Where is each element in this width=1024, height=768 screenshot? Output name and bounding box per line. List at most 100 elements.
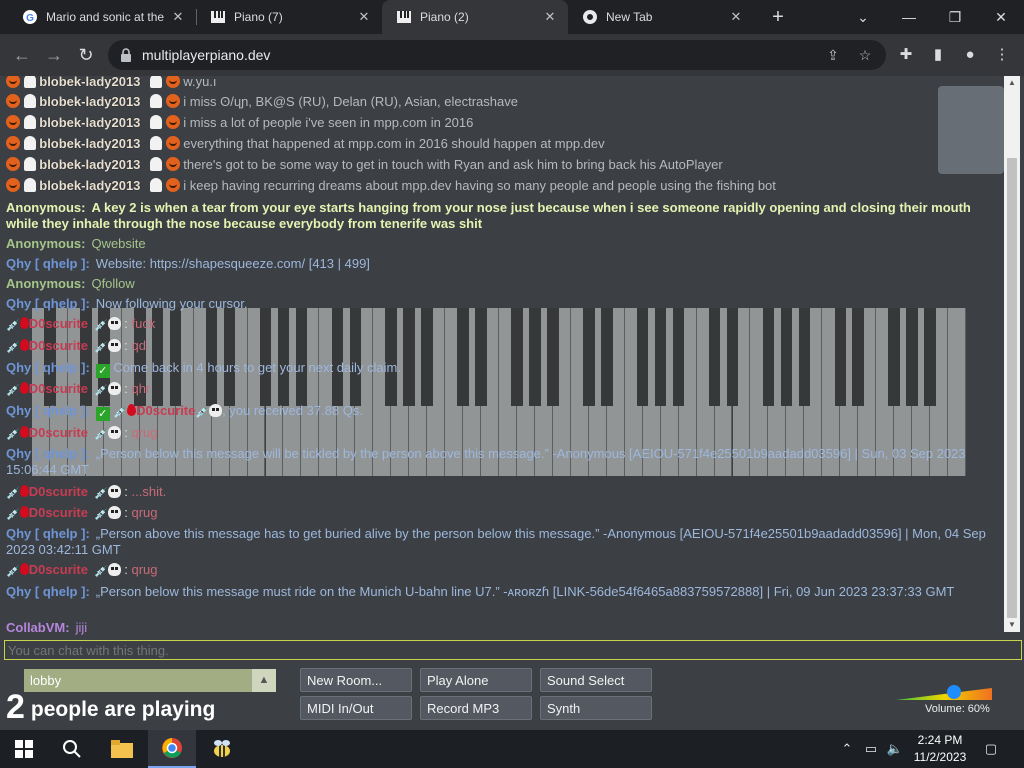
menu-icon[interactable]: ⋮ — [992, 45, 1012, 65]
scroll-down-icon[interactable]: ▼ — [1004, 618, 1020, 632]
scroll-up-icon[interactable]: ▲ — [1004, 76, 1020, 90]
address-bar[interactable]: multiplayerpiano.dev ⇪ ☆ — [108, 40, 886, 70]
tab-piano-7[interactable]: Piano (7) ✕ — [196, 0, 382, 34]
ghost-icon — [150, 178, 163, 192]
chat-username[interactable]: blobek-lady2013 — [39, 94, 140, 109]
chat-username[interactable]: Qhy [ qhelp ]: — [6, 360, 90, 375]
ghost-icon — [150, 94, 163, 108]
reload-icon[interactable]: ↻ — [74, 43, 98, 67]
blood-drop-icon — [19, 485, 29, 497]
skull-icon — [107, 317, 121, 330]
chat-username[interactable]: Qhy [ qhelp ]: — [6, 446, 90, 461]
chat-username[interactable]: blobek-lady2013 — [39, 157, 140, 172]
notifications-icon[interactable]: ▢ — [982, 740, 1000, 758]
chat-username[interactable]: Anonymous: — [6, 200, 85, 215]
chat-message: 💉 D0scurite 💉 : qrug — [6, 425, 158, 441]
chat-username[interactable]: D0scurite — [29, 338, 88, 353]
chat-username[interactable]: Qhy [ qhelp ]: — [6, 256, 90, 271]
chat-username[interactable]: Qhy [ qhelp ]: — [6, 526, 90, 541]
chrome-taskbar-icon[interactable] — [148, 730, 196, 768]
new-tab-button[interactable]: + — [766, 5, 790, 29]
chat-input[interactable] — [4, 640, 1022, 660]
chat-text: qrug — [131, 425, 158, 440]
tab-new-tab[interactable]: New Tab ✕ — [568, 0, 754, 34]
profile-icon[interactable]: ● — [960, 45, 980, 65]
synth-button[interactable]: Synth — [540, 696, 652, 720]
chat-username[interactable]: blobek-lady2013 — [39, 115, 140, 130]
chat-text: fuck — [131, 316, 156, 331]
back-icon[interactable]: ← — [10, 43, 34, 67]
minimize-icon[interactable]: — — [886, 0, 932, 34]
side-panel-icon[interactable]: ▮ — [928, 45, 948, 65]
syringe-icon: 💉 — [93, 342, 108, 354]
pumpkin-icon — [165, 76, 180, 88]
windows-start-icon[interactable] — [0, 730, 48, 768]
close-icon[interactable]: ✕ — [728, 9, 744, 25]
network-icon[interactable]: ▭ — [862, 740, 880, 758]
volume-slider[interactable] — [896, 685, 998, 700]
forward-icon[interactable]: → — [42, 43, 66, 67]
close-icon[interactable]: ✕ — [170, 9, 186, 25]
chat-username[interactable]: D0scurite — [29, 505, 88, 520]
chevron-up-icon[interactable]: ⌃ — [838, 740, 856, 758]
skull-icon — [107, 563, 121, 576]
system-clock[interactable]: 2:24 PM 11/2/2023 — [908, 732, 972, 766]
tab-search-icon[interactable]: ⌄ — [840, 0, 886, 34]
chat-message: blobek-lady2013 i miss ʘ/ɥɲ, BK@S (RU), … — [6, 94, 1000, 110]
chat-username[interactable]: Anonymous: — [6, 236, 85, 251]
star-icon[interactable]: ☆ — [856, 46, 874, 64]
file-explorer-icon[interactable] — [98, 730, 146, 768]
speaker-muted-icon[interactable]: 🔈 — [886, 740, 904, 758]
chat-message: Anonymous: Qfollow — [6, 276, 1000, 292]
chevron-up-icon[interactable]: ▲ — [252, 669, 276, 692]
syringe-icon: 💉 — [195, 407, 210, 419]
ghost-icon — [23, 76, 36, 88]
blood-drop-icon — [19, 426, 29, 438]
midi-in-out-button[interactable]: MIDI In/Out — [300, 696, 412, 720]
share-icon[interactable]: ⇪ — [824, 46, 842, 64]
chat-text: „Person above this message has to get bu… — [6, 526, 986, 557]
skull-icon — [107, 382, 121, 395]
chat-username[interactable]: D0scurite — [29, 562, 88, 577]
chat-message: Qhy [ qhelp ]: „Person below this message… — [6, 446, 1000, 478]
scroll-thumb[interactable] — [1007, 158, 1017, 618]
syringe-icon: 💉 — [93, 566, 108, 578]
chat-username[interactable]: D0scurite — [29, 381, 88, 396]
chat-scrollbar[interactable]: ▲ ▼ — [1004, 76, 1020, 632]
chat-username[interactable]: D0scurite — [29, 484, 88, 499]
chat-username[interactable]: D0scurite — [29, 425, 88, 440]
record-mp3-button[interactable]: Record MP3 — [420, 696, 532, 720]
chat-username[interactable]: blobek-lady2013 — [39, 178, 140, 193]
restore-icon[interactable]: ❐ — [932, 0, 978, 34]
chat-text: Qfollow — [91, 276, 135, 291]
app-bee-icon[interactable] — [198, 730, 246, 768]
close-icon[interactable]: ✕ — [542, 9, 558, 25]
close-icon[interactable]: ✕ — [356, 9, 372, 25]
chat-username[interactable]: D0scurite — [29, 316, 88, 331]
tab-piano-2[interactable]: Piano (2) ✕ — [382, 0, 568, 34]
ghost-icon — [23, 94, 36, 108]
chat-username[interactable]: blobek-lady2013 — [39, 136, 140, 151]
extensions-icon[interactable]: ✚ — [896, 45, 916, 65]
sound-select-button[interactable]: Sound Select — [540, 668, 652, 692]
syringe-icon: 💉 — [6, 429, 20, 441]
close-window-icon[interactable]: ✕ — [978, 0, 1024, 34]
chat-message: Qhy [ qhelp ]: ✓ 💉 D0scurite💉, you receive… — [6, 403, 1000, 421]
volume-knob[interactable] — [946, 685, 961, 699]
chat-username[interactable]: Qhy [ qhelp ]: — [6, 403, 90, 418]
chat-username[interactable]: Anonymous: — [6, 276, 85, 291]
chat-username[interactable]: Qhy [ qhelp ]: — [6, 296, 90, 311]
syringe-icon: 💉 — [93, 488, 108, 500]
new-room-button[interactable]: New Room... — [300, 668, 412, 692]
chat-text: qrug — [131, 505, 158, 520]
search-icon[interactable] — [48, 730, 96, 768]
tab-google[interactable]: G Mario and sonic at the ✕ — [8, 0, 196, 34]
lock-icon — [118, 47, 134, 63]
chat-username[interactable]: blobek-lady2013 — [39, 76, 140, 89]
chat-username[interactable]: Qhy [ qhelp ]: — [6, 584, 90, 599]
chat-text: i miss ʘ/ɥɲ, BK@S (RU), Delan (RU), Asia… — [183, 94, 518, 109]
chat-username[interactable]: CollabVM: — [6, 620, 70, 635]
chat-text: A key 2 is when a tear from your eye sta… — [6, 200, 971, 231]
pumpkin-icon — [165, 94, 180, 108]
play-alone-button[interactable]: Play Alone — [420, 668, 532, 692]
